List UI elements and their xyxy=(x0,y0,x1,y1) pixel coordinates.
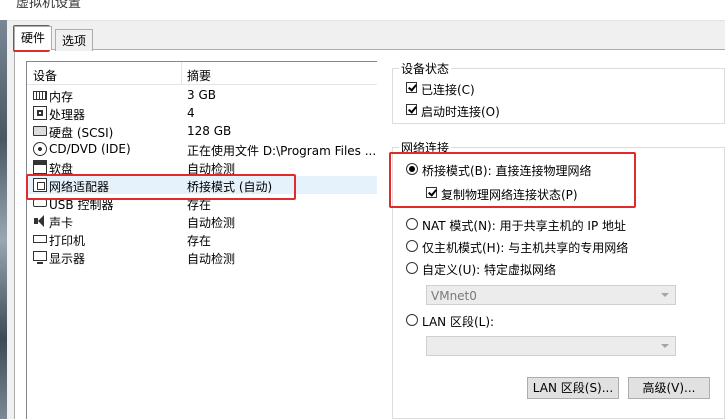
processor-icon xyxy=(33,106,47,120)
device-name: 打印机 xyxy=(49,234,86,248)
device-summary: 正在使用文件 D:\Program Files ... xyxy=(187,144,377,158)
list-header: 设备 摘要 xyxy=(27,62,377,85)
column-header-summary[interactable]: 摘要 xyxy=(187,67,211,84)
column-header-device[interactable]: 设备 xyxy=(33,67,57,84)
connected-label: 已连接(C) xyxy=(421,83,475,97)
device-summary: 存在 xyxy=(187,234,212,248)
device-name: 内存 xyxy=(49,90,74,104)
device-name: 网络适配器 xyxy=(49,180,110,194)
title-bar: 虚拟机设置 xyxy=(0,0,725,21)
printer-icon xyxy=(33,235,47,243)
column-separator xyxy=(181,62,182,84)
device-row-printer[interactable]: 打印机 存在 xyxy=(27,230,377,248)
device-summary: 桥接模式 (自动) xyxy=(187,180,273,194)
device-name: 硬盘 (SCSI) xyxy=(49,126,114,140)
host-only-label: 仅主机模式(H): 与主机共享的专用网络 xyxy=(422,241,629,255)
network-connection-title: 网络连接 xyxy=(399,139,452,156)
cd-dvd-icon xyxy=(33,142,47,156)
device-row-cd-dvd[interactable]: CD/DVD (IDE) 正在使用文件 D:\Program Files ... xyxy=(27,140,377,158)
device-summary: 自动检测 xyxy=(187,252,236,266)
memory-icon xyxy=(33,91,47,100)
lan-segment-label: LAN 区段(L): xyxy=(422,315,495,329)
nat-label: NAT 模式(N): 用于共享主机的 IP 地址 xyxy=(422,219,627,233)
window-title: 虚拟机设置 xyxy=(16,0,82,11)
replicate-state-label: 复制物理网络连接状态(P) xyxy=(441,188,578,202)
device-row-display[interactable]: 显示器 自动检测 xyxy=(27,248,377,266)
connect-at-power-on-label: 启动时连接(O) xyxy=(421,105,500,119)
device-row-network-adapter[interactable]: 网络适配器 桥接模式 (自动) xyxy=(27,176,377,194)
device-summary: 自动检测 xyxy=(187,162,236,176)
device-summary: 存在 xyxy=(187,198,212,212)
device-name: 处理器 xyxy=(49,108,86,122)
chevron-down-icon xyxy=(661,344,669,348)
device-name: 显示器 xyxy=(49,252,86,266)
radio-unselected-icon xyxy=(406,240,418,252)
advanced-button[interactable]: 高级(V)... xyxy=(628,377,710,399)
device-name: 软盘 xyxy=(49,162,74,176)
device-row-sound-card[interactable]: 声卡 自动检测 xyxy=(27,212,377,230)
device-list[interactable]: 设备 摘要 内存 3 GB 处理器 4 硬盘 (SCSI) 128 GB CD/… xyxy=(26,61,377,419)
tab-options[interactable]: 选项 xyxy=(55,29,94,51)
display-icon xyxy=(33,251,47,264)
device-name: CD/DVD (IDE) xyxy=(49,142,131,156)
device-summary: 3 GB xyxy=(187,88,216,102)
device-row-floppy[interactable]: 软盘 自动检测 xyxy=(27,158,377,176)
device-summary: 128 GB xyxy=(187,124,232,138)
lan-segment-select[interactable] xyxy=(426,336,676,356)
device-row-memory[interactable]: 内存 3 GB xyxy=(27,86,377,104)
tab-hardware[interactable]: 硬件 xyxy=(14,26,53,50)
device-summary: 自动检测 xyxy=(187,216,236,230)
custom-network-value: VMnet0 xyxy=(431,289,477,303)
custom-network-select[interactable]: VMnet0 xyxy=(426,285,676,305)
device-name: 声卡 xyxy=(49,216,74,230)
hard-disk-icon xyxy=(33,126,47,136)
background-strip xyxy=(0,20,7,419)
device-row-usb-controller[interactable]: USB 控制器 存在 xyxy=(27,194,377,212)
radio-unselected-icon xyxy=(406,262,418,274)
device-row-processor[interactable]: 处理器 4 xyxy=(27,104,377,122)
device-row-hard-disk[interactable]: 硬盘 (SCSI) 128 GB xyxy=(27,122,377,140)
floppy-icon xyxy=(33,160,47,174)
radio-selected-icon xyxy=(406,163,418,175)
custom-label: 自定义(U): 特定虚拟网络 xyxy=(422,263,557,277)
network-adapter-icon xyxy=(33,178,47,192)
usb-icon xyxy=(33,199,47,207)
radio-unselected-icon xyxy=(406,314,418,326)
device-summary: 4 xyxy=(187,106,195,120)
checkbox-checked-icon xyxy=(426,187,437,198)
radio-unselected-icon xyxy=(406,218,418,230)
device-status-title: 设备状态 xyxy=(399,60,452,77)
lan-segments-button[interactable]: LAN 区段(S)... xyxy=(527,377,619,399)
sound-icon xyxy=(33,214,47,228)
chevron-down-icon xyxy=(661,293,669,297)
device-name: USB 控制器 xyxy=(49,198,114,212)
bridged-label: 桥接模式(B): 直接连接物理网络 xyxy=(422,164,592,178)
checkbox-checked-icon xyxy=(406,82,417,93)
checkbox-checked-icon xyxy=(406,104,417,115)
